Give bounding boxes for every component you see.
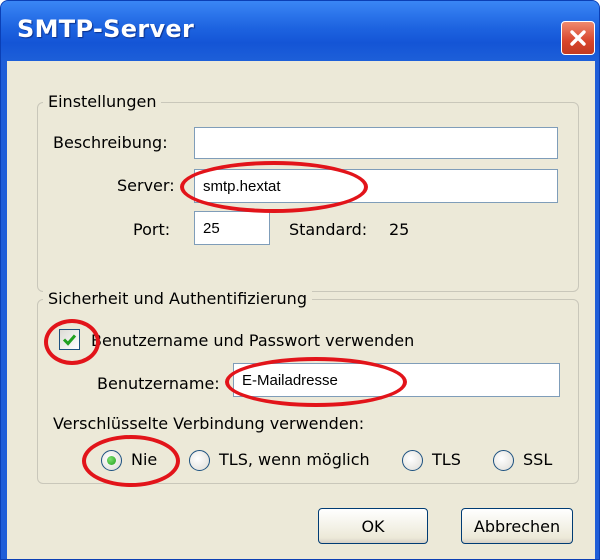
security-legend: Sicherheit und Authentifizierung bbox=[43, 289, 312, 308]
standard-value: 25 bbox=[389, 220, 410, 239]
title-bar[interactable]: SMTP-Server bbox=[1, 1, 599, 61]
username-label: Benutzername: bbox=[97, 374, 220, 393]
server-input[interactable] bbox=[194, 169, 558, 203]
ok-button[interactable]: OK bbox=[318, 508, 428, 544]
use-credentials-label[interactable]: Benutzername und Passwort verwenden bbox=[91, 331, 414, 350]
radio-tls-if-possible-label[interactable]: TLS, wenn möglich bbox=[219, 450, 370, 469]
radio-ssl-label[interactable]: SSL bbox=[523, 450, 552, 469]
close-icon bbox=[570, 30, 586, 46]
username-input[interactable] bbox=[233, 363, 560, 397]
radio-ssl[interactable] bbox=[493, 450, 514, 471]
cancel-button[interactable]: Abbrechen bbox=[461, 508, 573, 544]
dialog-body: Einstellungen Beschreibung: Server: Port… bbox=[7, 61, 595, 559]
description-input[interactable] bbox=[194, 127, 558, 159]
radio-nie-label[interactable]: Nie bbox=[131, 450, 157, 469]
radio-nie[interactable] bbox=[101, 450, 122, 471]
smtp-server-dialog: SMTP-Server Einstellungen Beschreibung: … bbox=[0, 0, 600, 560]
checkmark-icon bbox=[62, 334, 77, 346]
standard-label: Standard: bbox=[289, 220, 368, 239]
window-title: SMTP-Server bbox=[17, 15, 195, 43]
close-button[interactable] bbox=[561, 21, 595, 55]
encryption-label: Verschlüsselte Verbindung verwenden: bbox=[53, 414, 365, 433]
radio-tls-label[interactable]: TLS bbox=[432, 450, 461, 469]
description-label: Beschreibung: bbox=[53, 133, 168, 152]
use-credentials-checkbox[interactable] bbox=[59, 329, 80, 350]
radio-tls[interactable] bbox=[402, 450, 423, 471]
settings-legend: Einstellungen bbox=[43, 92, 162, 111]
port-input[interactable] bbox=[194, 211, 270, 245]
server-label: Server: bbox=[117, 176, 175, 195]
radio-tls-if-possible[interactable] bbox=[189, 450, 210, 471]
port-label: Port: bbox=[133, 220, 171, 239]
